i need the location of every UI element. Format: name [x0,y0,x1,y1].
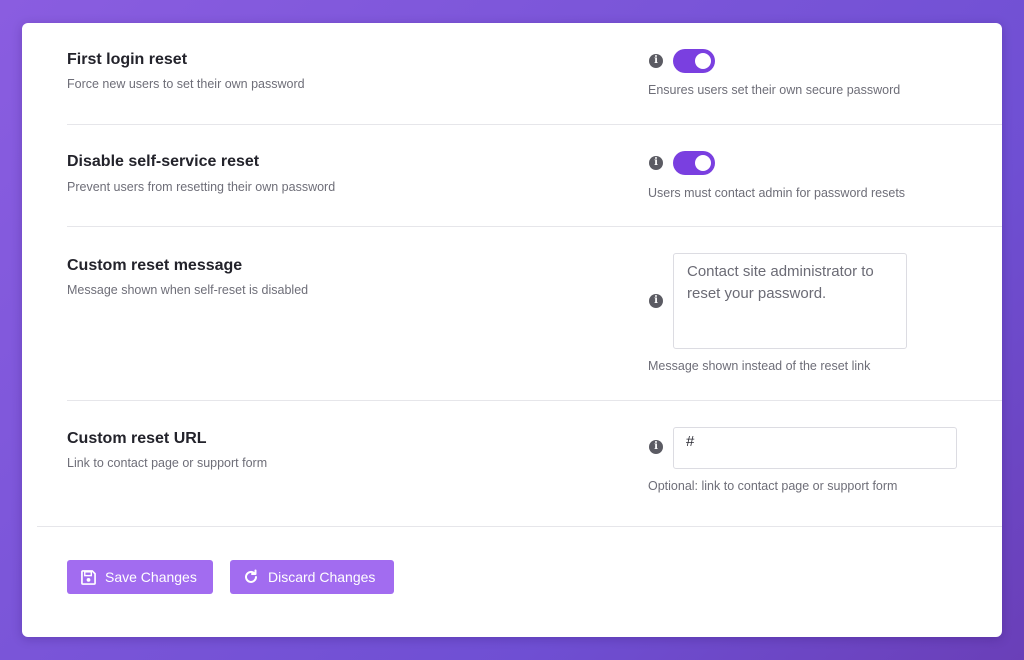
toggle-knob [695,53,711,69]
info-icon[interactable]: i [649,54,663,68]
info-icon[interactable]: i [649,294,663,308]
floppy-disk-icon [79,568,97,586]
save-changes-button[interactable]: Save Changes [67,560,213,594]
info-icon[interactable]: i [649,156,663,170]
actions-divider [37,526,1002,527]
disable-self-service-toggle[interactable] [673,151,715,175]
setting-title: Custom reset message [67,257,243,274]
custom-reset-message-textarea[interactable]: Contact site administrator to reset your… [673,253,907,349]
custom-reset-url-input[interactable] [673,427,957,469]
setting-description: Force new users to set their own passwor… [67,77,305,91]
setting-row-disable-self-service: Disable self-service reset Prevent users… [67,124,1002,227]
setting-row-custom-message: Custom reset message Message shown when … [67,226,1002,401]
toggle-knob [695,155,711,171]
setting-description: Link to contact page or support form [67,456,268,470]
save-changes-label: Save Changes [105,569,197,585]
setting-title: Custom reset URL [67,430,207,447]
discard-changes-button[interactable]: Discard Changes [230,560,394,594]
setting-description: Message shown when self-reset is disable… [67,283,309,297]
setting-title: Disable self-service reset [67,153,260,170]
setting-helper-text: Users must contact admin for password re… [648,186,906,200]
setting-helper-text: Message shown instead of the reset link [648,359,871,373]
setting-description: Prevent users from resetting their own p… [67,180,336,194]
first-login-reset-toggle[interactable] [673,49,715,73]
setting-title: First login reset [67,51,188,68]
info-icon[interactable]: i [649,440,663,454]
refresh-icon [242,568,260,586]
settings-card: First login reset Force new users to set… [22,23,1002,637]
setting-row-custom-url: Custom reset URL Link to contact page or… [67,400,1002,526]
setting-helper-text: Ensures users set their own secure passw… [648,83,901,97]
setting-row-first-login-reset: First login reset Force new users to set… [67,23,1002,125]
discard-changes-label: Discard Changes [268,569,376,585]
setting-helper-text: Optional: link to contact page or suppor… [648,479,898,493]
